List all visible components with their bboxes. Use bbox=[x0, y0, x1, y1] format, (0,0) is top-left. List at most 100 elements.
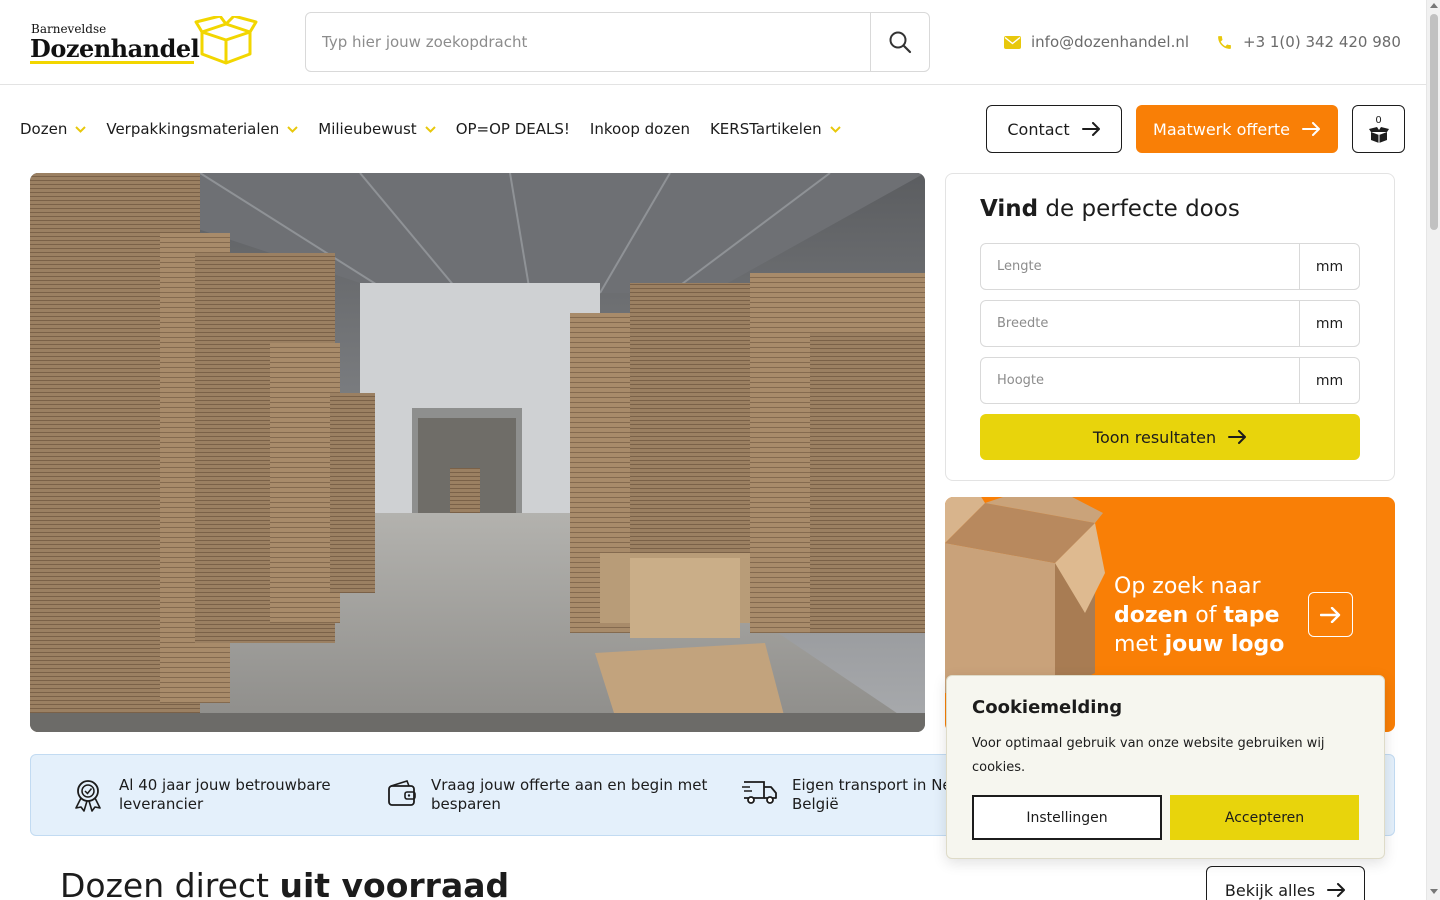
search-input[interactable] bbox=[306, 13, 871, 71]
show-results-label: Toon resultaten bbox=[1092, 427, 1217, 447]
contact-button[interactable]: Contact bbox=[986, 105, 1122, 153]
warehouse-illustration bbox=[30, 173, 925, 732]
nav-item-dozen[interactable]: Dozen bbox=[20, 120, 87, 138]
logo[interactable]: Barneveldse Dozenhandel bbox=[30, 16, 260, 68]
show-results-button[interactable]: Toon resultaten bbox=[980, 414, 1360, 460]
arrow-right-icon bbox=[1301, 122, 1320, 136]
cookie-settings-button[interactable]: Instellingen bbox=[972, 795, 1162, 840]
nav-label: KERSTartikelen bbox=[709, 120, 822, 138]
chevron-down-icon bbox=[287, 125, 298, 133]
arrow-right-icon bbox=[1081, 122, 1100, 136]
usp-line-1: Vraag jouw offerte aan en begin met bbox=[431, 776, 708, 794]
length-input[interactable] bbox=[981, 244, 1299, 289]
usp-item-offerte: Vraag jouw offerte aan en begin met besp… bbox=[387, 776, 707, 814]
nav-item-verpakkingsmaterialen[interactable]: Verpakkingsmaterialen bbox=[106, 120, 298, 138]
phone-text: +3 1(0) 342 420 980 bbox=[1243, 33, 1401, 51]
promo-met: met bbox=[1114, 632, 1165, 657]
nav-label: Inkoop dozen bbox=[589, 120, 690, 138]
wallet-icon bbox=[388, 780, 416, 806]
chevron-down-icon bbox=[829, 125, 841, 133]
view-all-button[interactable]: Bekijk alles bbox=[1206, 866, 1365, 900]
nav-item-kerstartikelen[interactable]: KERSTartikelen bbox=[710, 120, 841, 138]
promo-line-1: Op zoek naar bbox=[1114, 574, 1261, 599]
promo-bold-tape: tape bbox=[1223, 603, 1280, 628]
offerte-button-label: Maatwerk offerte bbox=[1153, 119, 1290, 139]
logo-underline bbox=[30, 61, 194, 64]
arrow-right-icon bbox=[1327, 883, 1346, 897]
finder-title-bold: Vind bbox=[980, 196, 1039, 222]
truck-icon bbox=[742, 781, 777, 804]
chevron-down-icon bbox=[424, 125, 436, 133]
nav-label: OP=OP DEALS! bbox=[455, 120, 570, 138]
length-unit: mm bbox=[1299, 244, 1359, 289]
usp-text: Eigen transport in Ne België bbox=[792, 776, 952, 814]
logo-big-text: Dozenhandel bbox=[30, 34, 200, 63]
usp-line-2: leverancier bbox=[119, 795, 204, 813]
search-bar bbox=[305, 12, 930, 72]
width-field: mm bbox=[980, 300, 1360, 347]
logo-box-icon bbox=[194, 16, 258, 65]
nav-label: Milieubewust bbox=[318, 120, 417, 138]
scroll-thumb[interactable] bbox=[1430, 14, 1438, 230]
promo-line-2: dozen of tape bbox=[1114, 601, 1304, 630]
box-finder-panel: Vind de perfecte doos mm mm mm Toon resu… bbox=[945, 173, 1395, 481]
promo-bold-logo: jouw logo bbox=[1164, 632, 1285, 657]
hero-warehouse-image bbox=[30, 173, 925, 732]
nav-label: Verpakkingsmaterialen bbox=[106, 120, 280, 138]
cart-count: 0 bbox=[1375, 114, 1382, 126]
nav-item-op-op-deals[interactable]: OP=OP DEALS! bbox=[456, 120, 570, 138]
length-field: mm bbox=[980, 243, 1360, 290]
usp-text: Al 40 jaar jouw betrouwbare leverancier bbox=[119, 776, 331, 814]
usp-item-experience: Al 40 jaar jouw betrouwbare leverancier bbox=[71, 776, 331, 814]
nav-label: Dozen bbox=[20, 120, 68, 138]
cookie-banner: Cookiemelding Voor optimaal gebruik van … bbox=[946, 675, 1385, 859]
nav-item-inkoop-dozen[interactable]: Inkoop dozen bbox=[590, 120, 690, 138]
height-unit: mm bbox=[1299, 358, 1359, 403]
phone-link[interactable]: +3 1(0) 342 420 980 bbox=[1216, 31, 1401, 53]
section-title-bold: uit voorraad bbox=[279, 866, 510, 900]
email-text: info@dozenhandel.nl bbox=[1031, 33, 1190, 51]
cart-box-icon bbox=[1368, 126, 1389, 143]
usp-line-2: besparen bbox=[431, 795, 501, 813]
promo-arrow-button[interactable] bbox=[1308, 592, 1353, 637]
usp-line-1: Eigen transport in Ne bbox=[792, 776, 952, 794]
section-title-rest: Dozen direct bbox=[60, 866, 280, 900]
main-nav: Dozen Verpakkingsmaterialen Milieubewust… bbox=[20, 116, 861, 142]
promo-text: Op zoek naar dozen of tape met jouw logo bbox=[1114, 572, 1304, 659]
chevron-down-icon bbox=[75, 125, 87, 133]
height-input[interactable] bbox=[981, 358, 1299, 403]
cart-button[interactable]: 0 bbox=[1352, 105, 1405, 153]
promo-of: of bbox=[1188, 603, 1224, 628]
search-icon bbox=[889, 31, 912, 54]
cookie-text: Voor optimaal gebruik van onze website g… bbox=[972, 736, 1325, 775]
usp-text: Vraag jouw offerte aan en begin met besp… bbox=[431, 776, 707, 814]
phone-icon bbox=[1218, 35, 1231, 49]
top-header: Barneveldse Dozenhandel info@doze bbox=[0, 0, 1426, 85]
search-button[interactable] bbox=[870, 13, 929, 71]
award-icon bbox=[75, 780, 101, 812]
email-link[interactable]: info@dozenhandel.nl bbox=[1004, 31, 1189, 53]
finder-title: Vind de perfecte doos bbox=[980, 196, 1240, 222]
width-unit: mm bbox=[1299, 301, 1359, 346]
arrow-right-icon bbox=[1320, 606, 1341, 623]
promo-bold-dozen: dozen bbox=[1114, 603, 1189, 628]
arrow-right-icon bbox=[1228, 430, 1247, 444]
finder-title-rest: de perfecte doos bbox=[1038, 196, 1240, 222]
open-box-image bbox=[945, 497, 1105, 693]
view-all-label: Bekijk alles bbox=[1224, 880, 1316, 900]
scroll-up-arrow-icon[interactable] bbox=[1430, 3, 1438, 8]
contact-button-label: Contact bbox=[1007, 119, 1070, 139]
usp-line-1: Al 40 jaar jouw betrouwbare bbox=[119, 776, 331, 794]
maatwerk-offerte-button[interactable]: Maatwerk offerte bbox=[1136, 105, 1338, 153]
section-title: Dozen direct uit voorraad bbox=[60, 866, 509, 900]
page-scrollbar[interactable] bbox=[1426, 0, 1440, 900]
usp-line-2: België bbox=[792, 795, 839, 813]
promo-line-3: met jouw logo bbox=[1114, 630, 1304, 659]
cookie-title: Cookiemelding bbox=[972, 697, 1123, 718]
nav-item-milieubewust[interactable]: Milieubewust bbox=[318, 120, 436, 138]
mail-icon bbox=[1004, 35, 1021, 49]
height-field: mm bbox=[980, 357, 1360, 404]
cookie-accept-button[interactable]: Accepteren bbox=[1170, 795, 1359, 840]
scroll-down-arrow-icon[interactable] bbox=[1430, 889, 1438, 894]
width-input[interactable] bbox=[981, 301, 1299, 346]
